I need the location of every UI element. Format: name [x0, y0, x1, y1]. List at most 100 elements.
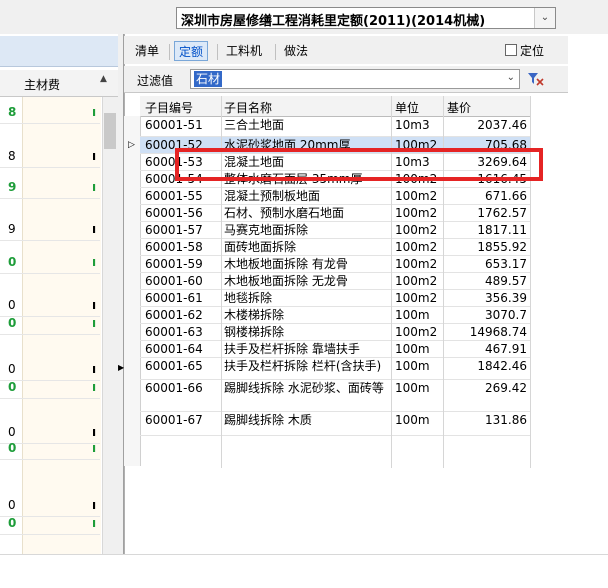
right-margin [568, 34, 608, 554]
locate-checkbox[interactable] [505, 44, 517, 56]
header-unit[interactable]: 单位 [395, 99, 419, 116]
row-name: 扶手及栏杆拆除 栏杆(含扶手) [224, 359, 382, 373]
row-unit: 10m3 [395, 118, 430, 132]
chevron-down-icon[interactable]: ⌄ [507, 72, 515, 83]
row-base-price: 3070.7 [485, 308, 527, 322]
row-code: 60001-56 [145, 206, 203, 220]
row-name: 扶手及栏杆拆除 靠墙扶手 [224, 342, 360, 356]
left-row-value: 0 [8, 255, 17, 269]
row-unit: 100m2 [395, 240, 438, 254]
row-unit: 100m [395, 381, 430, 395]
row-divider [0, 273, 100, 274]
tab-method[interactable]: 做法 [280, 41, 312, 61]
filter-funnel-icon[interactable] [526, 70, 546, 88]
tab-separator [169, 44, 170, 60]
row-base-price: 1842.46 [477, 359, 527, 373]
left-row-value: 0 [8, 362, 16, 376]
quota-library-value: 深圳市房屋修缮工程消耗里定额(2011)(2014机械) [181, 14, 486, 29]
left-scrollbar[interactable] [102, 97, 119, 554]
left-row-value: 0 [8, 298, 16, 312]
left-row-value: 9 [8, 222, 16, 236]
left-row-marker: ı [92, 316, 97, 330]
left-header-band [0, 36, 118, 67]
row-base-price: 489.57 [485, 274, 527, 288]
annotation-highlight-box [175, 148, 543, 181]
row-name: 三合土地面 [224, 118, 285, 132]
left-row-value: 0 [8, 425, 16, 439]
row-divider [0, 123, 100, 124]
row-code: 60001-67 [145, 413, 203, 427]
left-row-value: 0 [8, 516, 17, 530]
row-code: 60001-51 [145, 118, 203, 132]
header-base-price[interactable]: 基价 [447, 99, 471, 116]
left-row-value: 0 [8, 380, 17, 394]
left-row-value: 0 [8, 316, 17, 330]
tab-bill[interactable]: 清单 [131, 41, 163, 61]
left-row-marker: ı [92, 222, 97, 236]
left-row-marker: ı [92, 298, 97, 312]
chevron-down-icon[interactable]: ⌄ [534, 8, 555, 28]
sort-up-icon[interactable]: ▲ [100, 74, 107, 84]
row-name: 混凝土预制板地面 [224, 189, 321, 203]
row-base-price: 2037.46 [477, 118, 527, 132]
left-row-marker: ı [92, 255, 97, 269]
row-unit: 100m2 [395, 189, 438, 203]
left-row-marker: ı [92, 105, 97, 119]
row-unit: 100m2 [395, 274, 438, 288]
status-area [0, 554, 608, 588]
left-row-value: 8 [8, 105, 17, 119]
row-code: 60001-59 [145, 257, 203, 271]
row-name: 地毯拆除 [224, 291, 273, 305]
row-code: 60001-66 [145, 381, 203, 395]
row-divider [0, 459, 100, 460]
left-row-marker: ı [92, 380, 97, 394]
left-row-value: 9 [8, 180, 17, 194]
row-base-price: 653.17 [485, 257, 527, 271]
row-unit: 100m [395, 359, 430, 373]
material-cost-column [22, 97, 101, 555]
row-unit: 100m2 [395, 325, 438, 339]
row-base-price: 671.66 [485, 189, 527, 203]
row-name: 踢脚线拆除 水泥砂浆、面砖等 [224, 381, 384, 395]
row-base-price: 356.39 [485, 291, 527, 305]
row-name: 木楼梯拆除 [224, 308, 285, 322]
left-row-marker: ı [92, 362, 97, 376]
row-name: 钢楼梯拆除 [224, 325, 285, 339]
row-divider [0, 198, 100, 199]
row-code: 60001-55 [145, 189, 203, 203]
row-divider [0, 240, 100, 241]
row-divider [0, 398, 100, 399]
row-name: 石材、预制水磨石地面 [224, 206, 345, 220]
left-row-value: 0 [8, 498, 16, 512]
left-row-marker: ı [92, 441, 97, 455]
left-row-marker: ı [92, 516, 97, 530]
header-code[interactable]: 子目编号 [145, 99, 193, 116]
row-indicator-column [124, 116, 141, 466]
row-unit: 100m2 [395, 291, 438, 305]
left-row-marker: ı [92, 425, 97, 439]
tab-labor-material-machine[interactable]: 工料机 [222, 41, 266, 61]
row-name: 木地板地面拆除 无龙骨 [224, 274, 348, 288]
left-row-marker: ı [92, 180, 97, 194]
row-base-price: 131.86 [485, 413, 527, 427]
left-toolbar-area [0, 0, 120, 35]
row-unit: 100m2 [395, 206, 438, 220]
filter-input[interactable]: 石材 ⌄ [190, 69, 520, 89]
left-scrollbar-thumb[interactable] [104, 113, 116, 149]
filter-value: 石材 [194, 71, 223, 87]
left-column-header[interactable]: 主材费 ▲ [0, 70, 118, 97]
header-name[interactable]: 子目名称 [224, 99, 272, 116]
row-code: 60001-64 [145, 342, 203, 356]
row-divider [0, 167, 100, 168]
left-row-value: 8 [8, 149, 16, 163]
row-base-price: 1817.11 [477, 223, 527, 237]
filter-label: 过滤值 [137, 74, 174, 88]
row-unit: 100m2 [395, 223, 438, 237]
tab-separator [275, 44, 276, 60]
left-row-marker: ı [92, 498, 97, 512]
tab-quota[interactable]: 定额 [174, 41, 209, 61]
left-row-value: 0 [8, 441, 17, 455]
row-name: 马赛克地面拆除 [224, 223, 309, 237]
row-divider [0, 334, 100, 335]
quota-library-select[interactable]: 深圳市房屋修缮工程消耗里定额(2011)(2014机械) ⌄ [176, 7, 556, 29]
